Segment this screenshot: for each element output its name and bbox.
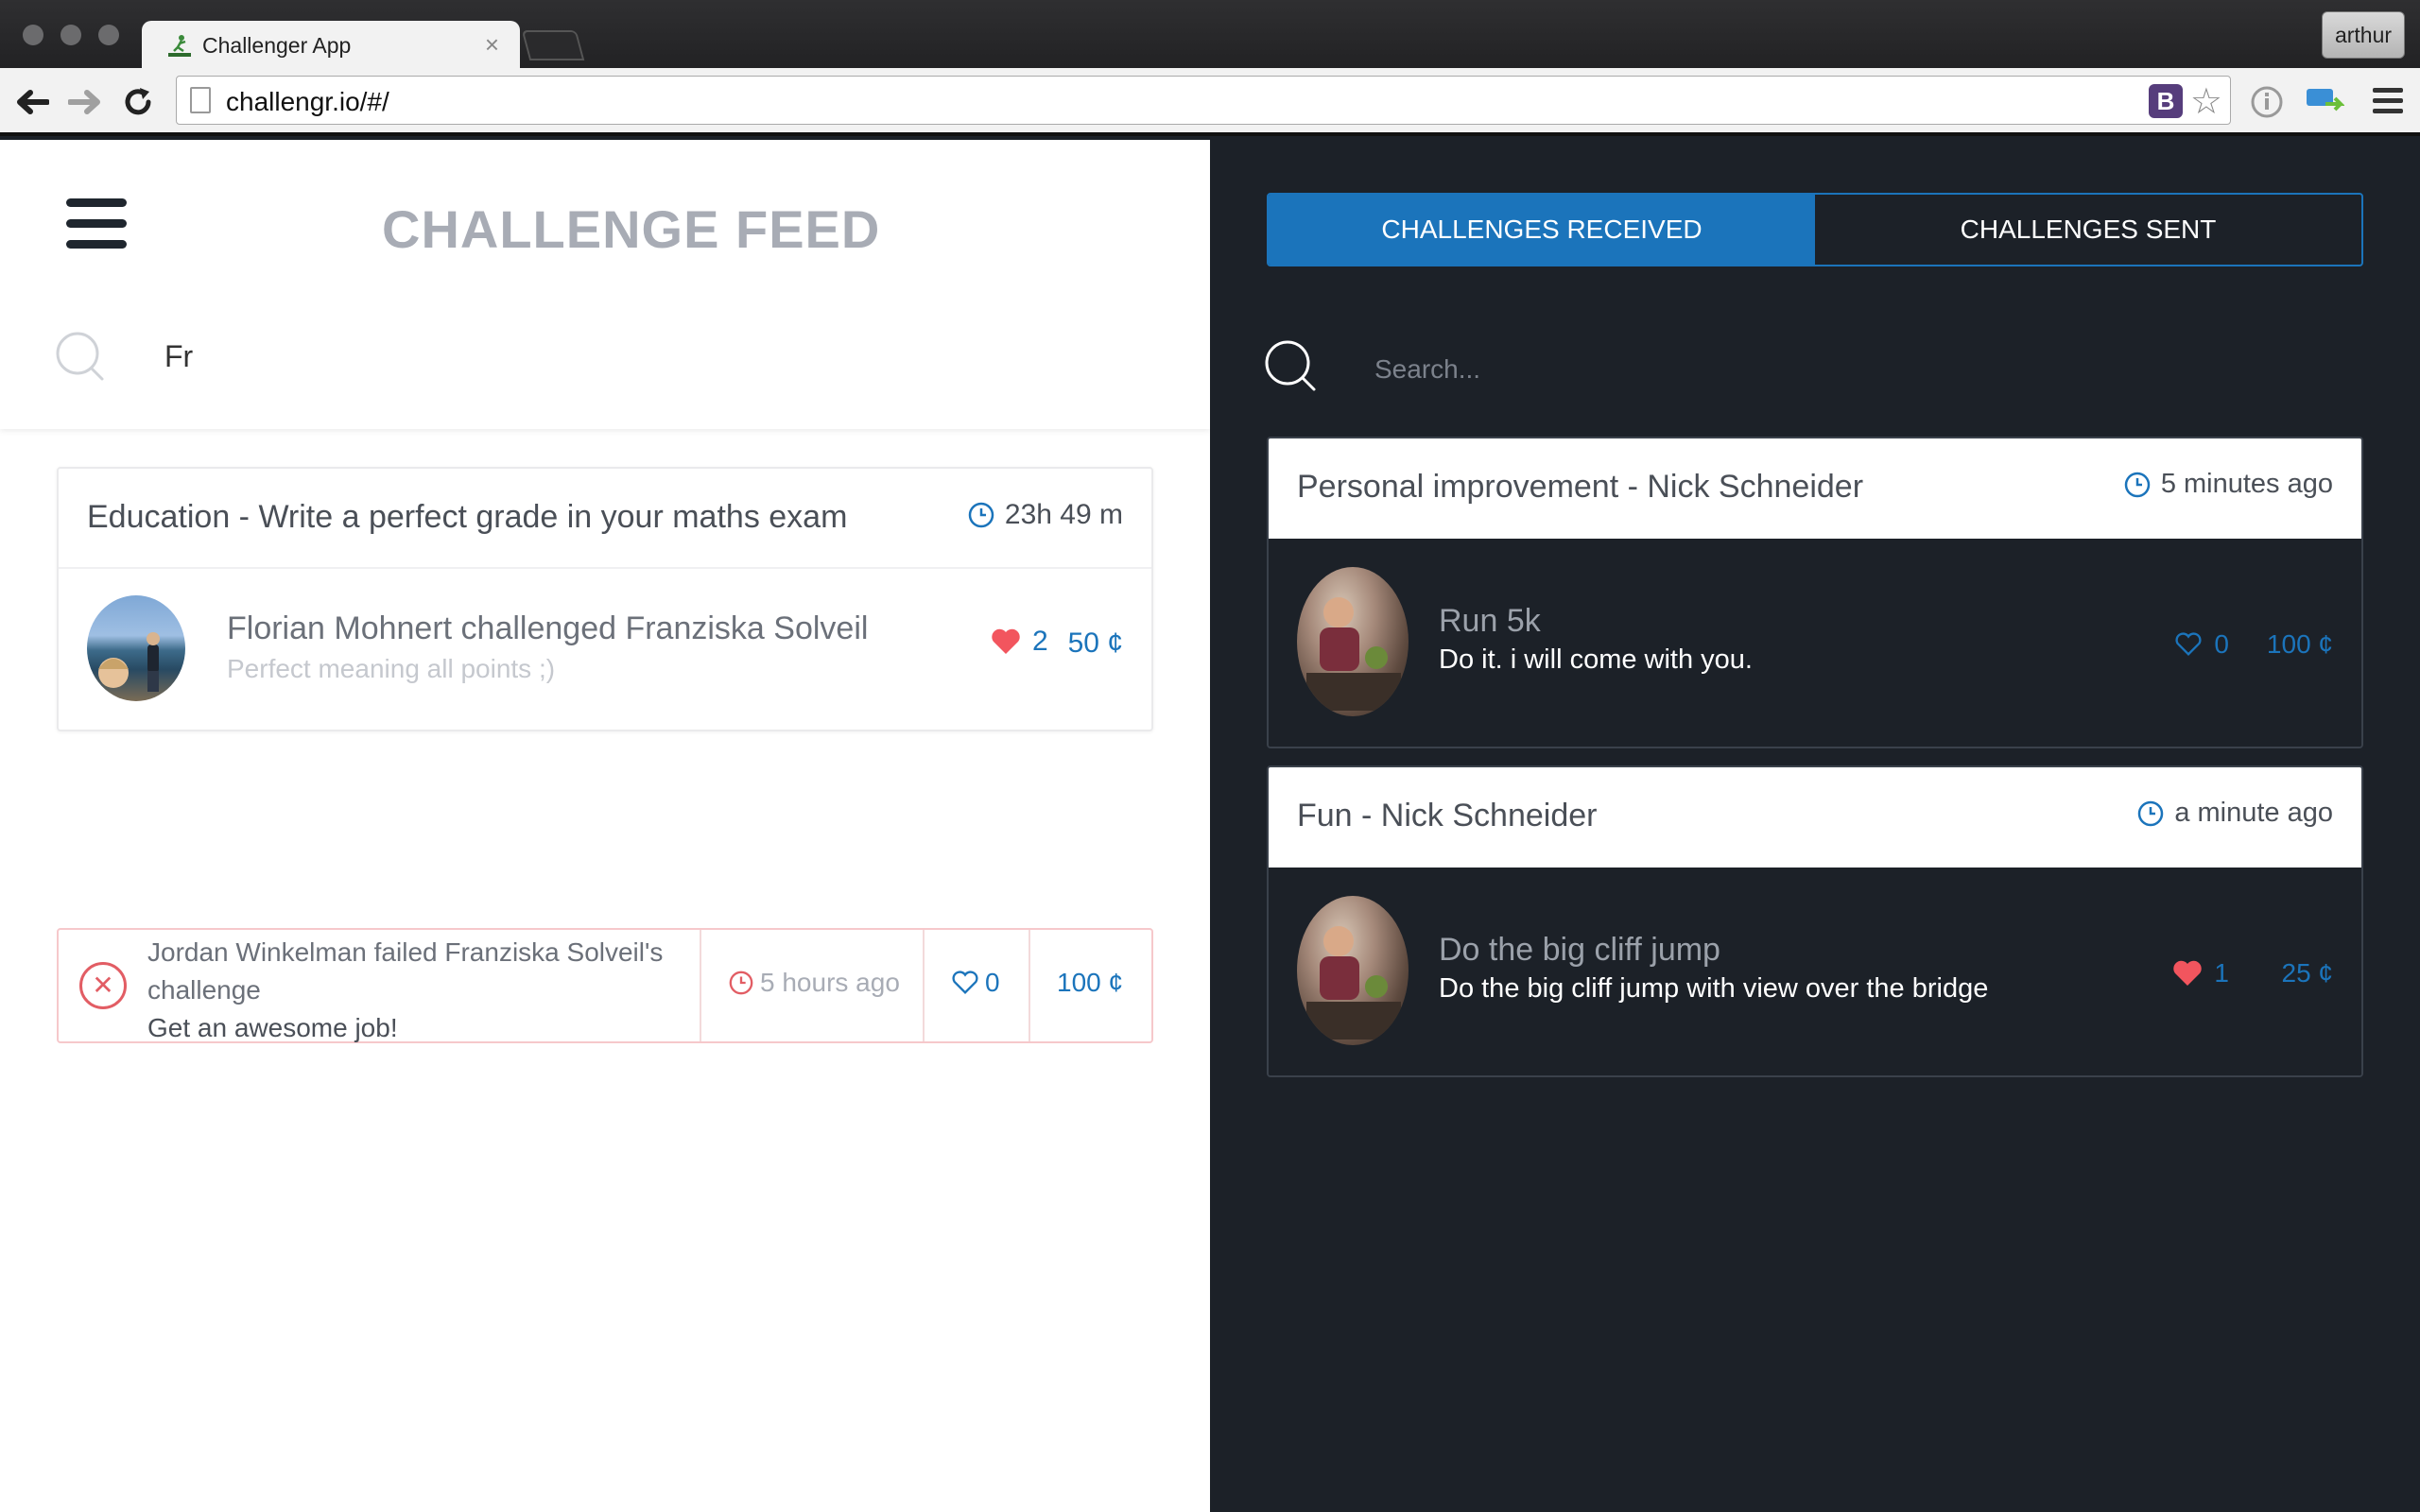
clock-icon bbox=[2124, 472, 2151, 497]
received-card-time-text: 5 minutes ago bbox=[2160, 469, 2333, 499]
back-button[interactable] bbox=[11, 81, 53, 123]
avatar bbox=[1297, 896, 1409, 1045]
info-extension-icon[interactable] bbox=[2250, 85, 2284, 119]
challenges-search-input[interactable] bbox=[1374, 346, 2320, 393]
heart-outline-icon bbox=[2175, 632, 2202, 656]
search-icon bbox=[56, 332, 104, 381]
like-count: 0 bbox=[985, 968, 1000, 997]
received-card-header: Personal improvement - Nick Schneider 5 … bbox=[1269, 438, 2361, 539]
failed-line-1: Jordan Winkelman failed Franziska Solvei… bbox=[147, 937, 664, 967]
challenge-headline: Florian Mohnert challenged Franziska Sol… bbox=[227, 610, 869, 646]
received-challenge-card[interactable]: Personal improvement - Nick Schneider 5 … bbox=[1267, 437, 2363, 748]
divider bbox=[923, 930, 925, 1041]
reload-button[interactable] bbox=[117, 81, 159, 123]
received-challenge-card[interactable]: Fun - Nick Schneider a minute ago Do the… bbox=[1267, 765, 2363, 1077]
received-card-body: Run 5k Do it. i will come with you. 0 10… bbox=[1269, 539, 2361, 747]
heart-filled-icon bbox=[2173, 960, 2203, 986]
url-text: challengr.io/#/ bbox=[226, 87, 389, 116]
challenges-pane: CHALLENGES RECEIVED CHALLENGES SENT Pers… bbox=[1210, 140, 2420, 1512]
challenge-description: Do it. i will come with you. bbox=[1439, 644, 1753, 675]
stake-amount: 50 ¢ bbox=[1067, 627, 1123, 659]
avatar bbox=[1297, 567, 1409, 716]
failed-x-icon: ✕ bbox=[79, 962, 127, 1009]
failed-time-text: 5 hours ago bbox=[760, 968, 900, 997]
like-count: 0 bbox=[2214, 629, 2229, 659]
maximize-window-button[interactable] bbox=[98, 25, 119, 45]
browser-titlebar: Challenger App × arthur bbox=[0, 0, 2420, 70]
search-icon bbox=[1265, 340, 1316, 391]
challenge-card[interactable]: Education - Write a perfect grade in you… bbox=[57, 467, 1153, 731]
failed-challenge-card[interactable]: ✕ Jordan Winkelman failed Franziska Solv… bbox=[57, 928, 1153, 1043]
forward-button[interactable] bbox=[64, 81, 106, 123]
tab-challenges-sent[interactable]: CHALLENGES SENT bbox=[1815, 195, 2361, 265]
heart-outline-icon bbox=[952, 971, 978, 994]
like-button[interactable]: 0 bbox=[2174, 629, 2229, 660]
divider bbox=[700, 930, 701, 1041]
back-arrow-icon bbox=[17, 90, 49, 114]
like-button[interactable]: 1 bbox=[2172, 958, 2229, 988]
stake-amount: 100 ¢ bbox=[1057, 968, 1124, 997]
browser-toolbar: challengr.io/#/ B ☆ bbox=[0, 68, 2420, 136]
avatar-photo bbox=[98, 632, 160, 692]
challenge-feed-pane: CHALLENGE FEED Education - Write a perfe… bbox=[0, 140, 1210, 1512]
page-title: CHALLENGE FEED bbox=[382, 199, 881, 259]
failed-time: 5 hours ago bbox=[728, 968, 900, 998]
challenge-time: 23h 49 m bbox=[967, 499, 1123, 531]
bootstrap-extension-icon[interactable]: B bbox=[2149, 84, 2183, 118]
failed-line-3: Get an awesome job! bbox=[147, 1013, 398, 1042]
browser-tab[interactable]: Challenger App × bbox=[142, 21, 520, 70]
failed-challenge-text: Jordan Winkelman failed Franziska Solvei… bbox=[147, 934, 677, 1047]
like-button[interactable]: 2 bbox=[991, 626, 1048, 658]
browser-menu-icon[interactable] bbox=[2371, 85, 2405, 117]
new-tab-button[interactable] bbox=[521, 30, 585, 60]
feed-header: CHALLENGE FEED bbox=[0, 140, 1210, 429]
avatar-photo bbox=[1306, 926, 1401, 1040]
heart-filled-icon bbox=[992, 628, 1020, 654]
challenge-name: Run 5k bbox=[1439, 603, 1541, 639]
avatar-photo bbox=[1306, 597, 1401, 711]
close-window-button[interactable] bbox=[23, 25, 43, 45]
received-card-title: Personal improvement - Nick Schneider bbox=[1297, 469, 1864, 505]
divider bbox=[1028, 930, 1030, 1041]
received-card-time: a minute ago bbox=[2136, 798, 2333, 829]
sync-extension-icon[interactable] bbox=[2305, 83, 2344, 117]
stake-amount: 100 ¢ bbox=[2266, 629, 2333, 659]
forward-arrow-icon bbox=[68, 90, 100, 114]
challenge-time-text: 23h 49 m bbox=[1004, 499, 1123, 530]
received-card-time-text: a minute ago bbox=[2174, 798, 2333, 828]
challenge-title: Education - Write a perfect grade in you… bbox=[87, 499, 848, 535]
clock-icon bbox=[968, 502, 994, 528]
received-card-time: 5 minutes ago bbox=[2123, 469, 2333, 500]
profile-button[interactable]: arthur bbox=[2322, 11, 2405, 59]
like-count: 1 bbox=[2214, 958, 2229, 988]
avatar bbox=[87, 595, 185, 701]
reload-icon bbox=[125, 88, 151, 115]
minimize-window-button[interactable] bbox=[60, 25, 81, 45]
challenge-description: Do the big cliff jump with view over the… bbox=[1439, 973, 1989, 1004]
stake-amount: 25 ¢ bbox=[2281, 958, 2334, 988]
tab-title: Challenger App bbox=[202, 33, 352, 58]
clock-icon bbox=[729, 971, 753, 995]
clock-icon bbox=[2138, 800, 2164, 826]
received-card-body: Do the big cliff jump Do the big cliff j… bbox=[1269, 868, 2361, 1075]
challenge-tabs: CHALLENGES RECEIVED CHALLENGES SENT bbox=[1267, 193, 2363, 266]
received-card-header: Fun - Nick Schneider a minute ago bbox=[1269, 767, 2361, 868]
bookmark-star-icon[interactable]: ☆ bbox=[2190, 80, 2222, 123]
challenge-name: Do the big cliff jump bbox=[1439, 932, 1720, 968]
failed-line-2: challenge bbox=[147, 975, 261, 1005]
challenge-subline: Perfect meaning all points ;) bbox=[227, 654, 556, 683]
menu-icon[interactable] bbox=[66, 198, 127, 249]
received-card-title: Fun - Nick Schneider bbox=[1297, 798, 1598, 833]
page-icon bbox=[190, 87, 211, 113]
address-bar[interactable]: challengr.io/#/ B ☆ bbox=[176, 76, 2231, 125]
like-count: 2 bbox=[1032, 626, 1048, 657]
challenge-card-header: Education - Write a perfect grade in you… bbox=[59, 469, 1151, 569]
feed-search-input[interactable] bbox=[164, 333, 1110, 380]
tab-challenges-received[interactable]: CHALLENGES RECEIVED bbox=[1269, 195, 1815, 265]
app-favicon-icon bbox=[168, 35, 191, 57]
like-button[interactable]: 0 bbox=[951, 968, 1000, 998]
tab-close-icon[interactable]: × bbox=[485, 30, 499, 60]
